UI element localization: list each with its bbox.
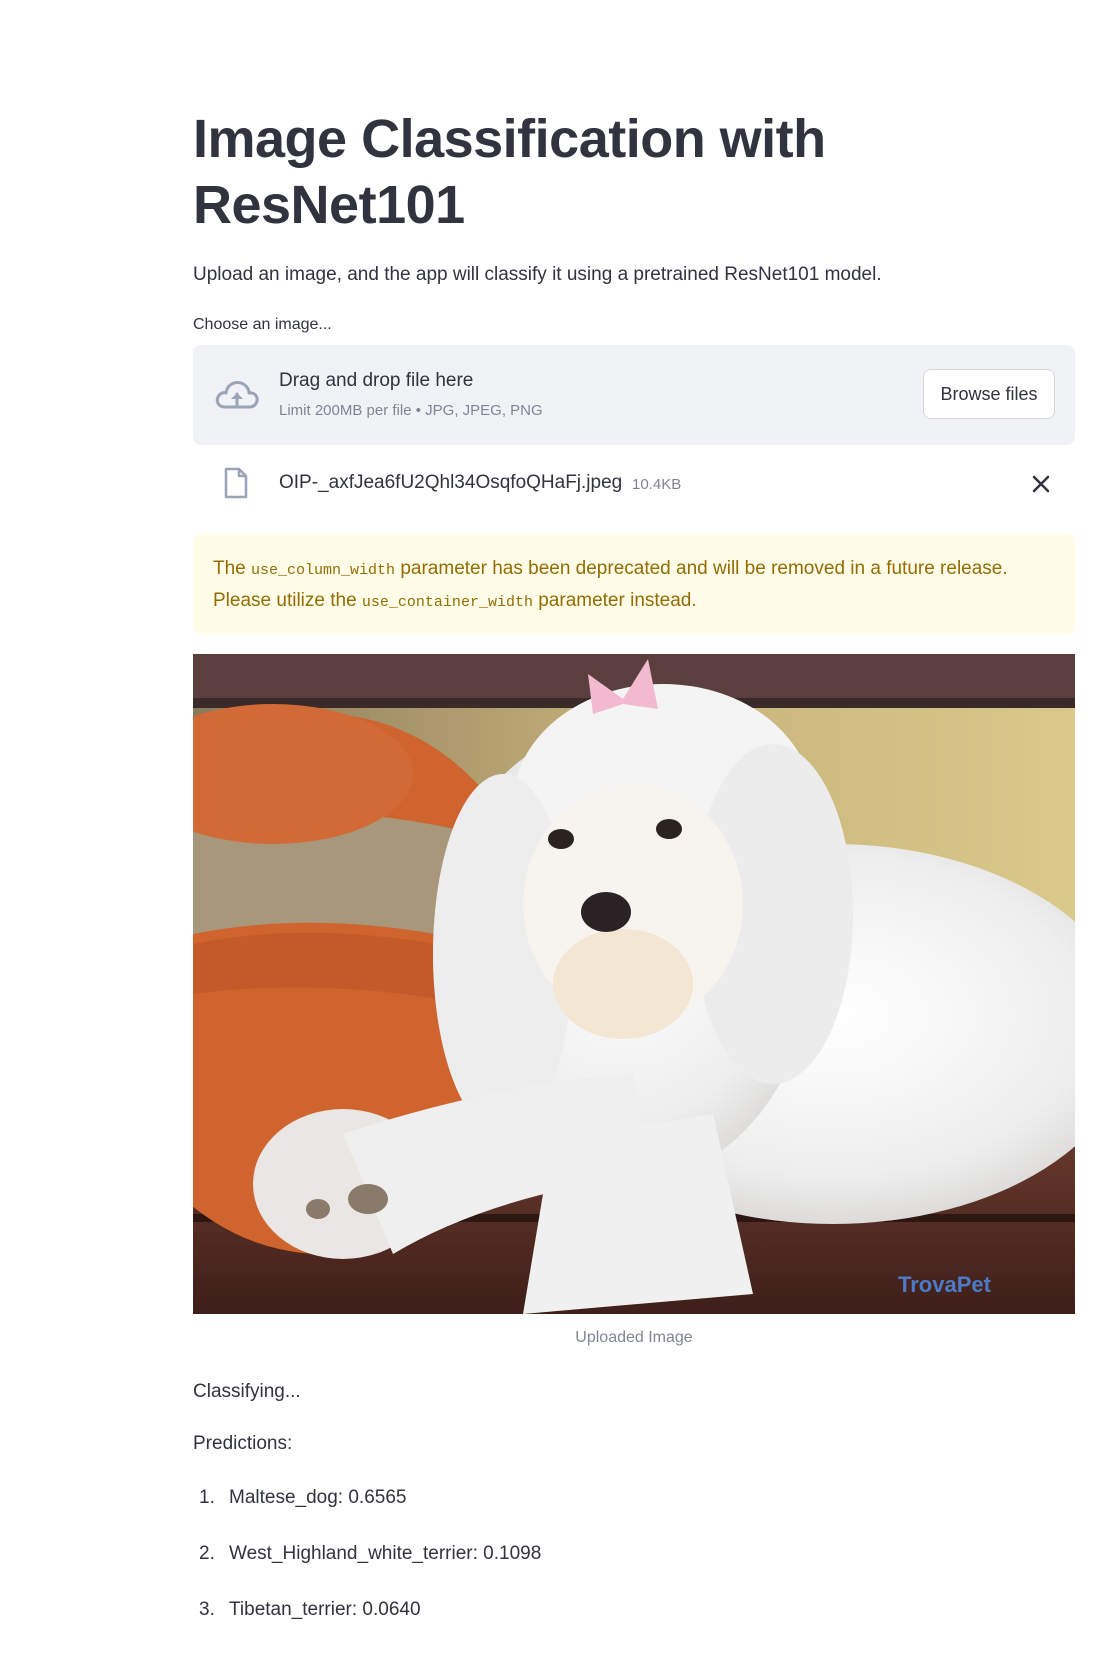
watermark-logo: TrovaPet [898,1272,992,1297]
dog-photo: TrovaPet [193,654,1075,1314]
warning-text-3: parameter instead. [532,590,697,611]
prediction-text: West_Highland_white_terrier: 0.1098 [229,1543,542,1564]
uploaded-file-size: 10.4KB [632,476,682,493]
uploaded-image: TrovaPet [193,654,1075,1314]
close-icon [1032,475,1050,493]
prediction-number: 1. [199,1487,215,1508]
image-caption: Uploaded Image [575,1329,693,1346]
page-title: Image Classification with ResNet101 [193,109,826,235]
prediction-text: Tibetan_terrier: 0.0640 [229,1599,421,1620]
deprecation-warning: The use_column_width parameter has been … [193,534,1075,634]
prediction-text: Maltese_dog: 0.6565 [229,1487,407,1508]
dropzone-limit: Limit 200MB per file • JPG, JPEG, PNG [279,402,543,419]
remove-file-button[interactable] [1027,470,1055,498]
page-description: Upload an image, and the app will classi… [193,264,882,285]
file-icon [224,467,248,499]
uploader-label: Choose an image... [193,316,332,333]
warning-code-1: use_column_width [251,562,396,579]
uploaded-file-name: OIP-_axfJea6fU2Qhl34OsqfoQHaFj.jpeg [279,472,623,493]
dropzone-title: Drag and drop file here [279,370,474,391]
classifying-status: Classifying... [193,1381,301,1402]
uploaded-file-row: OIP-_axfJea6fU2Qhl34OsqfoQHaFj.jpeg 10.4… [193,462,1075,506]
predictions-heading: Predictions: [193,1433,293,1454]
browse-files-button[interactable]: Browse files [923,369,1055,419]
warning-code-2: use_container_width [361,594,533,611]
warning-text-1: The [213,558,252,579]
prediction-number: 2. [199,1543,215,1564]
file-dropzone[interactable]: Drag and drop file here Limit 200MB per … [193,345,1075,445]
prediction-number: 3. [199,1599,215,1620]
cloud-upload-icon [215,381,259,409]
